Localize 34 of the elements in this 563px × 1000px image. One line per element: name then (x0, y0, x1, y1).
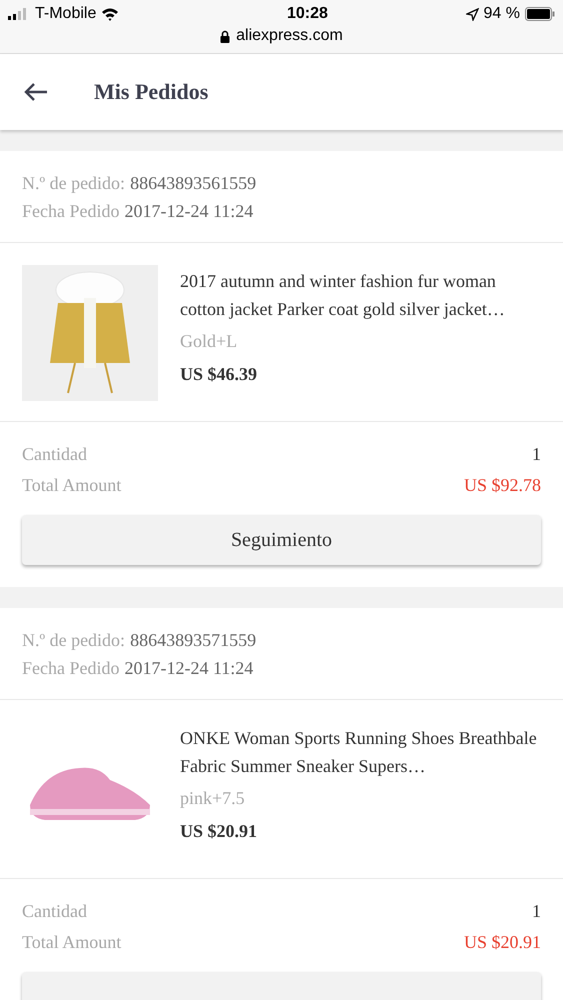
back-arrow-icon[interactable] (24, 82, 48, 102)
quantity-label: Cantidad (22, 901, 87, 923)
order-number-label: N.º de pedido: (22, 630, 126, 651)
total-label: Total Amount (22, 475, 122, 497)
page-title: Mis Pedidos (94, 79, 208, 105)
location-arrow-icon (466, 8, 479, 20)
order-date-label: Fecha Pedido (22, 658, 120, 679)
total-amount: US $92.78 (464, 475, 541, 497)
order-number: 88643893571559 (130, 630, 256, 651)
product-image[interactable] (22, 265, 158, 401)
url-text[interactable]: aliexpress.com (236, 27, 343, 45)
battery-icon (525, 7, 555, 21)
order-date-label: Fecha Pedido (22, 201, 120, 222)
order-date: 2017-12-24 11:24 (124, 201, 254, 222)
order-number: 88643893561559 (130, 173, 256, 194)
wifi-icon (101, 8, 120, 20)
quantity-label: Cantidad (22, 444, 87, 466)
carrier-name: T-Mobile (35, 5, 96, 23)
order-date: 2017-12-24 11:24 (124, 658, 254, 679)
clock-time: 10:28 (286, 5, 328, 23)
product-title[interactable]: 2017 autumn and winter fashion fur woman cotton jacket Parker coat gold silver jacket… (180, 267, 541, 323)
product-variant: pink+7.5 (180, 788, 246, 809)
order-number-label: N.º de pedido: (22, 173, 126, 194)
lock-icon (220, 30, 230, 42)
product-price: US $20.91 (180, 821, 258, 842)
quantity-value: 1 (532, 901, 541, 923)
total-label: Total Amount (22, 932, 122, 954)
product-title[interactable]: ONKE Woman Sports Running Shoes Breathbale Fabric Summer Sneaker Supers… (180, 724, 541, 780)
tracking-button[interactable]: Seguimiento (22, 515, 541, 565)
quantity-value: 1 (532, 444, 541, 466)
battery-percent: 94 % (484, 5, 520, 23)
product-price: US $46.39 (180, 364, 258, 385)
total-amount: US $20.91 (464, 932, 541, 954)
product-variant: Gold+L (180, 331, 238, 352)
